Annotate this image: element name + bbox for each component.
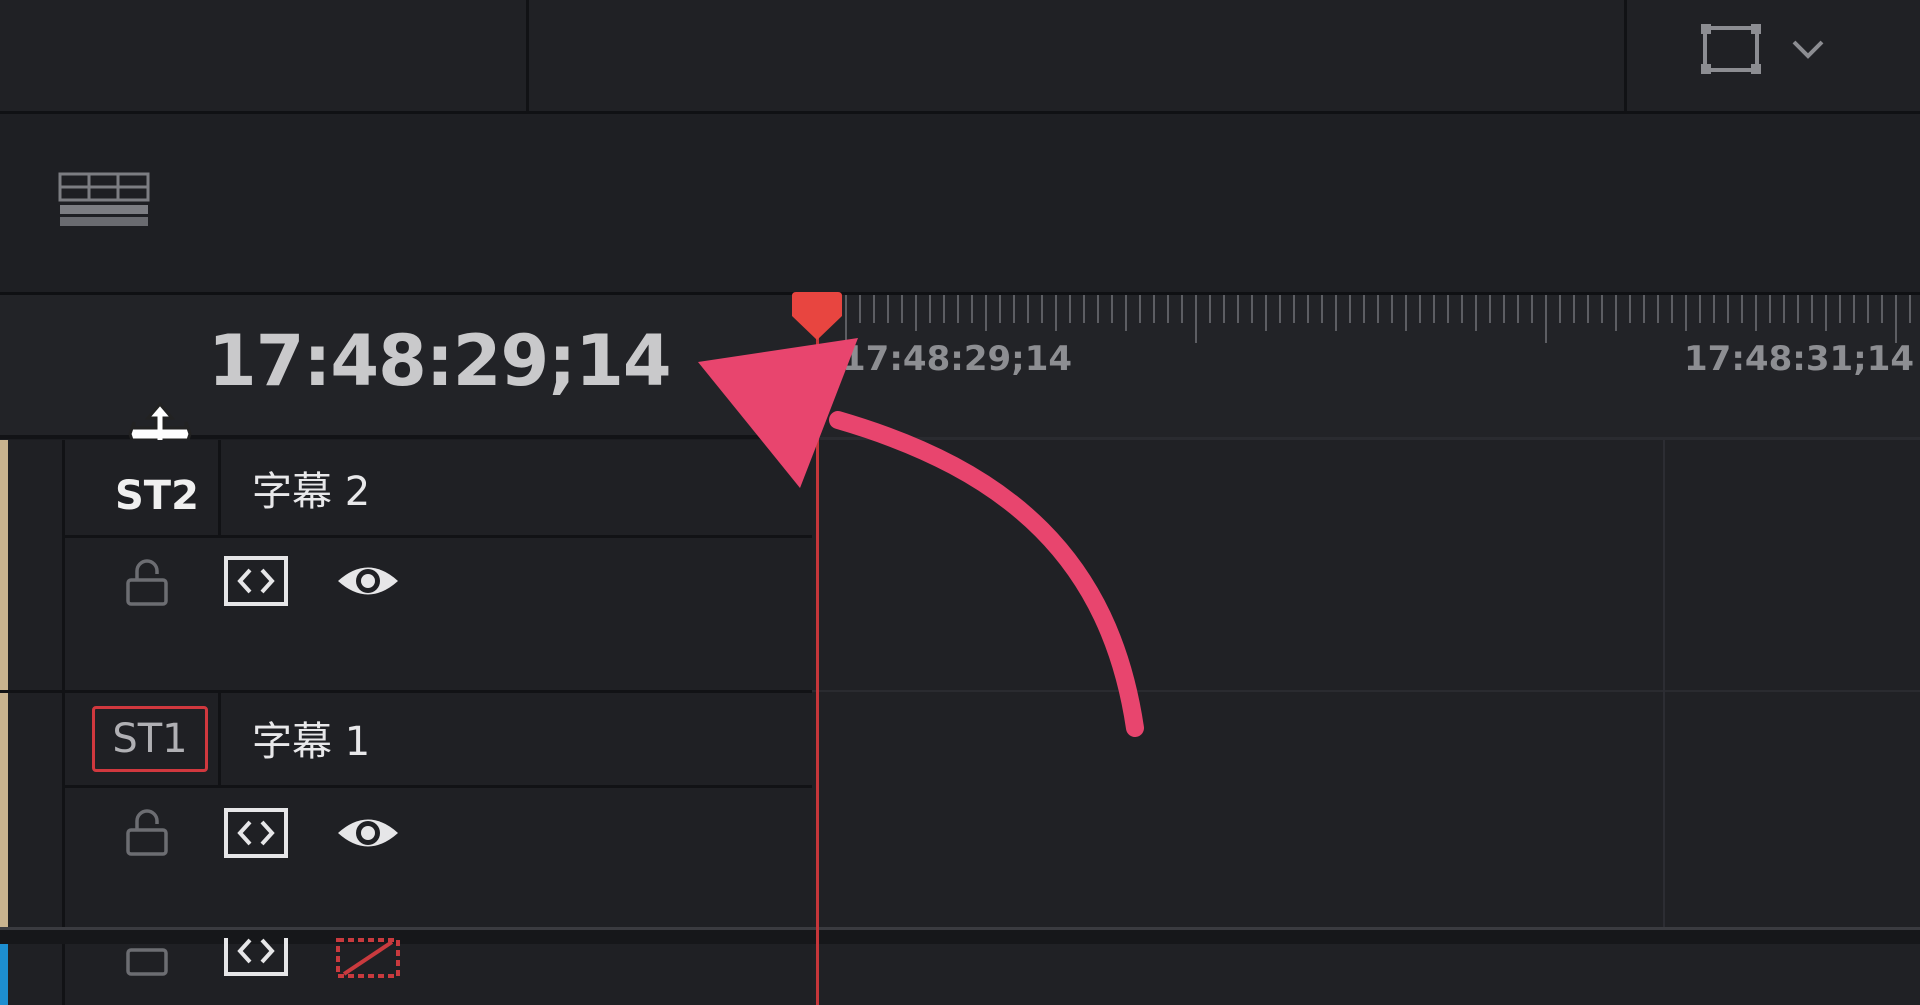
track-color-strip bbox=[0, 440, 8, 690]
track-name-st2[interactable]: 字幕 2 bbox=[252, 472, 370, 512]
current-timecode[interactable]: 17:48:29;14 bbox=[208, 326, 672, 396]
divider bbox=[62, 944, 65, 1005]
auto-select-button[interactable] bbox=[224, 556, 288, 610]
lock-icon bbox=[126, 559, 168, 606]
eye-icon bbox=[338, 819, 398, 847]
chevron-down-icon[interactable] bbox=[1790, 37, 1826, 61]
visibility-toggle-button[interactable] bbox=[336, 560, 400, 606]
ruler-label: 17:48:31;14 bbox=[1684, 339, 1915, 379]
divider bbox=[65, 535, 812, 538]
auto-select-icon bbox=[224, 808, 288, 858]
divider bbox=[812, 690, 1920, 692]
lock-track-button[interactable] bbox=[124, 558, 170, 610]
track-disabled-button[interactable] bbox=[336, 938, 400, 984]
divider bbox=[65, 785, 812, 788]
top-bar-divider bbox=[1624, 0, 1627, 111]
track-color-strip bbox=[0, 944, 8, 1005]
visibility-toggle-button[interactable] bbox=[336, 812, 400, 858]
divider bbox=[218, 692, 221, 787]
ruler-label: 17:48:29;14 bbox=[842, 339, 1073, 379]
top-bar bbox=[0, 0, 1920, 114]
timeline-partial bbox=[812, 944, 1920, 1005]
timeline-layout-icon bbox=[58, 172, 150, 226]
timeline-layout-button[interactable] bbox=[58, 172, 150, 228]
lock-track-button[interactable] bbox=[124, 944, 170, 980]
lock-icon bbox=[126, 809, 168, 856]
frame-icon bbox=[1701, 24, 1761, 74]
track-disabled-icon bbox=[336, 938, 400, 978]
playhead-line[interactable] bbox=[816, 318, 819, 1005]
lock-track-button[interactable] bbox=[124, 808, 170, 860]
auto-select-button[interactable] bbox=[224, 808, 288, 862]
top-bar-divider bbox=[526, 0, 529, 111]
track-color-strip bbox=[0, 692, 8, 927]
track-name-st1[interactable]: 字幕 1 bbox=[252, 722, 370, 762]
header-column-divider bbox=[62, 440, 65, 1005]
subtitle-timeline[interactable] bbox=[812, 440, 1920, 930]
viewer-mode-button[interactable] bbox=[1700, 18, 1840, 80]
lock-icon bbox=[126, 948, 168, 976]
auto-select-icon bbox=[224, 926, 288, 976]
track-code-st2[interactable]: ST2 bbox=[115, 476, 199, 516]
divider bbox=[0, 690, 812, 693]
divider bbox=[218, 440, 221, 535]
track-header-partial bbox=[0, 944, 812, 1005]
timeline-gridline bbox=[1663, 440, 1665, 1005]
auto-select-button[interactable] bbox=[224, 926, 288, 982]
timeline-toolbar bbox=[0, 114, 1920, 295]
auto-select-icon bbox=[224, 556, 288, 606]
track-code-st1[interactable]: ST1 bbox=[92, 706, 208, 772]
playhead-handle[interactable] bbox=[788, 292, 846, 342]
eye-icon bbox=[338, 567, 398, 595]
